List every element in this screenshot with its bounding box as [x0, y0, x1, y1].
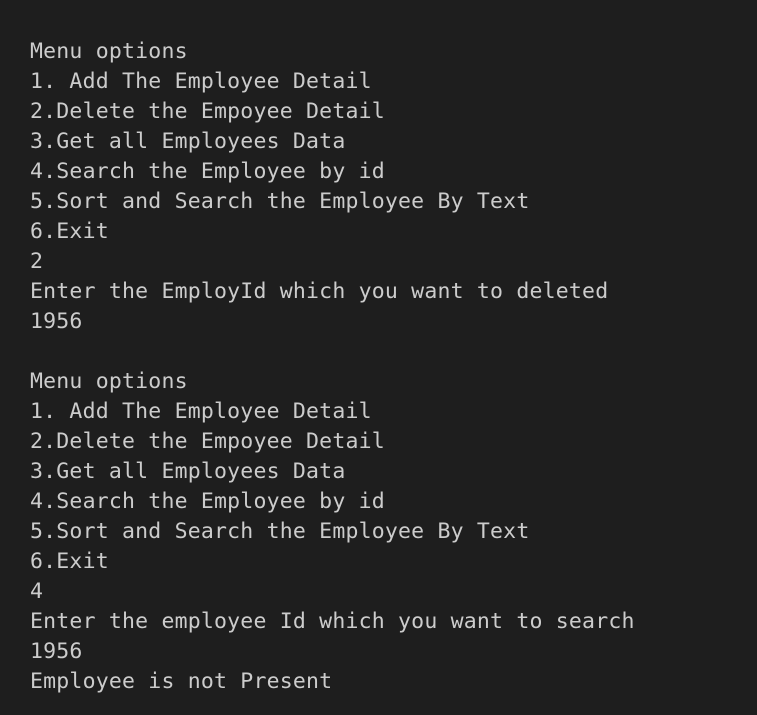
terminal-line: 1. Add The Employee Detail — [30, 69, 372, 94]
terminal-line: 3.Get all Employees Data — [30, 129, 346, 154]
terminal-line: Enter the employee Id which you want to … — [30, 609, 635, 634]
terminal-line: 3.Get all Employees Data — [30, 459, 346, 484]
terminal-line: Enter the EmployId which you want to del… — [30, 279, 609, 304]
terminal-line: 6.Exit — [30, 219, 109, 244]
terminal-line: 2 — [30, 249, 44, 274]
terminal-line: 1956 — [30, 639, 83, 664]
terminal-line: 6.Exit — [30, 549, 109, 574]
terminal-output[interactable]: Menu options 1. Add The Employee Detail … — [0, 0, 757, 715]
terminal-line: 4.Search the Employee by id — [30, 489, 385, 514]
terminal-line: 1. Add The Employee Detail — [30, 399, 372, 424]
terminal-line: 2.Delete the Empoyee Detail — [30, 429, 385, 454]
terminal-line: 5.Sort and Search the Employee By Text — [30, 189, 530, 214]
terminal-line: 4.Search the Employee by id — [30, 159, 385, 184]
terminal-line: 2.Delete the Empoyee Detail — [30, 99, 385, 124]
terminal-line: Menu options — [30, 369, 188, 394]
terminal-line: Employee is not Present — [30, 669, 333, 694]
terminal-line: 5.Sort and Search the Employee By Text — [30, 519, 530, 544]
terminal-line: Menu options — [30, 39, 188, 64]
terminal-line: 4 — [30, 579, 44, 604]
terminal-line: 1956 — [30, 309, 83, 334]
